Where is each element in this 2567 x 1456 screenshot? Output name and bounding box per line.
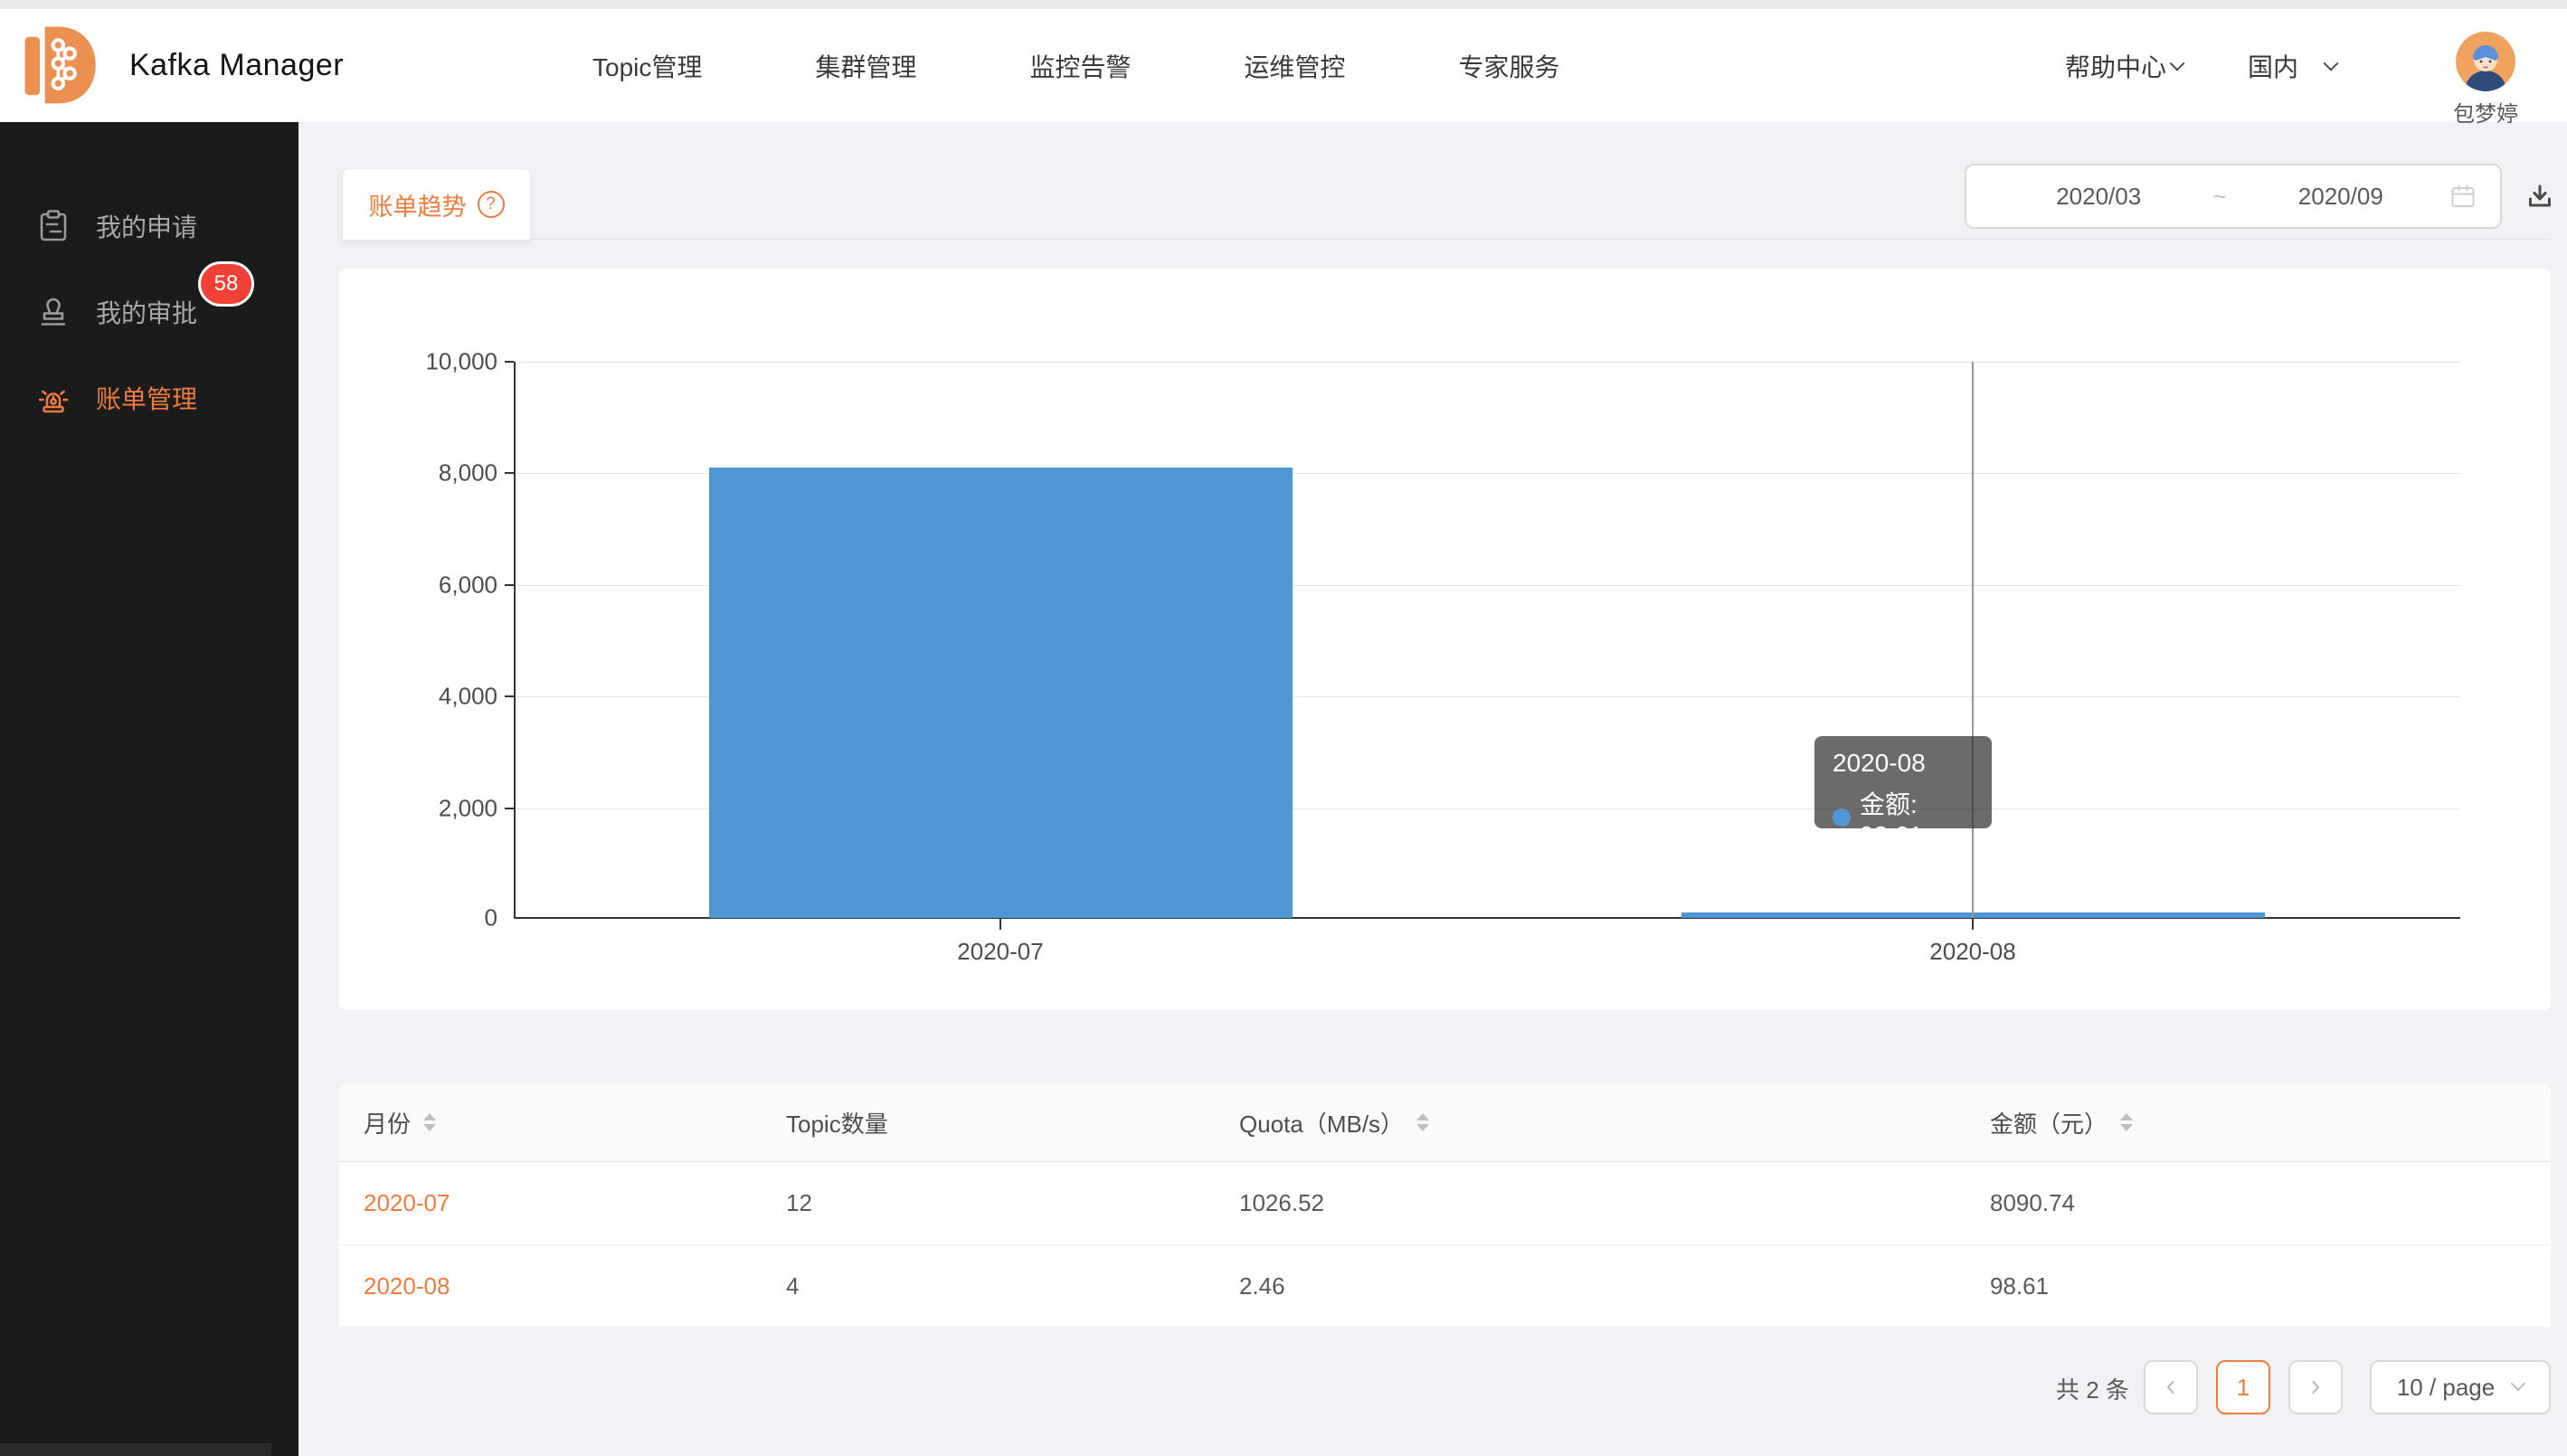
y-axis-tick-label: 0: [339, 904, 497, 932]
quota-cell: 2.46: [1215, 1272, 1966, 1300]
chevron-left-icon: [2162, 1378, 2180, 1396]
column-header-quota: Quota（MB/s）: [1215, 1106, 1966, 1139]
tab-label: 账单趋势: [369, 187, 467, 222]
question-circle-icon[interactable]: ?: [478, 191, 505, 218]
calendar-icon: [2449, 183, 2477, 210]
download-icon[interactable]: [2522, 179, 2558, 215]
clipboard-icon: [36, 209, 71, 243]
month-link[interactable]: 2020-08: [364, 1272, 450, 1300]
column-label: 月份: [364, 1106, 411, 1139]
y-axis-tick-label: 8,000: [339, 459, 497, 487]
table-header-row: 月份 Topic数量 Quota（MB/s） 金额（元）: [339, 1083, 2551, 1162]
y-axis-line: [514, 362, 516, 919]
date-start-input[interactable]: 2020/03: [1990, 183, 2207, 211]
y-axis-tick: [505, 584, 514, 586]
x-axis-label: 2020-07: [910, 938, 1091, 966]
table-row: 2020-07 12 1026.52 8090.74: [339, 1162, 2551, 1244]
date-range-picker[interactable]: 2020/03 ~ 2020/09: [1965, 164, 2502, 229]
tab-billing-trend[interactable]: 账单趋势 ?: [342, 168, 531, 240]
topic-count-cell: 4: [762, 1272, 1215, 1300]
table-row: 2020-08 4 2.46 98.61: [339, 1244, 2551, 1327]
next-page-button[interactable]: [2288, 1360, 2343, 1414]
sort-toggle[interactable]: [2120, 1113, 2133, 1131]
chevron-down-icon: [2511, 1376, 2526, 1391]
quota-cell: 1026.52: [1215, 1189, 1966, 1217]
kafka-manager-app: Kafka Manager Topic管理 集群管理 监控告警 运维管控 专家服…: [0, 0, 2567, 1456]
bar-2020-07[interactable]: [709, 468, 1293, 918]
chevron-down-icon: [2170, 55, 2185, 71]
date-end-input[interactable]: 2020/09: [2232, 183, 2449, 211]
nav-monitoring-alerts[interactable]: 监控告警: [1029, 48, 1131, 84]
y-axis-tick-label: 4,000: [339, 683, 497, 711]
gridline: [516, 362, 2460, 363]
chevron-down-icon: [2324, 55, 2339, 71]
month-link[interactable]: 2020-07: [364, 1189, 450, 1217]
help-center-menu[interactable]: 帮助中心: [2065, 9, 2183, 122]
tooltip-title: 2020-08: [1833, 749, 1974, 778]
page-size-value: 10 / page: [2397, 1374, 2495, 1402]
chevron-right-icon: [2307, 1378, 2325, 1396]
page-1-button[interactable]: 1: [2216, 1360, 2270, 1414]
y-axis-tick: [505, 361, 514, 363]
tabbar-divider: [339, 239, 2551, 240]
amount-cell: 8090.74: [1966, 1189, 2551, 1217]
help-center-label: 帮助中心: [2065, 48, 2166, 84]
app-header: Kafka Manager Topic管理 集群管理 监控告警 运维管控 专家服…: [0, 9, 2567, 122]
sidebar-item-billing-management[interactable]: 账单管理: [0, 362, 298, 434]
column-label: Quota（MB/s）: [1239, 1106, 1404, 1139]
column-header-month: 月份: [339, 1106, 762, 1139]
sidebar-item-label: 我的申请: [96, 208, 197, 244]
billing-trend-chart: 10,000 8,000 6,000 4,000 2,000 0 2020-07…: [339, 269, 2551, 1010]
nav-topic-management[interactable]: Topic管理: [592, 48, 702, 84]
kafka-manager-logo-icon: [20, 21, 103, 109]
x-axis-label: 2020-08: [1882, 938, 2063, 966]
nav-ops-control[interactable]: 运维管控: [1244, 48, 1345, 84]
sidebar-item-label: 账单管理: [96, 380, 197, 416]
sort-toggle[interactable]: [1416, 1113, 1429, 1131]
sidebar-item-label: 我的审批: [96, 294, 197, 330]
column-label: Topic数量: [786, 1106, 888, 1139]
y-axis-tick: [505, 472, 514, 474]
y-axis-tick-label: 10,000: [339, 348, 497, 376]
avatar-image: [2456, 32, 2515, 91]
page-size-select[interactable]: 10 / page: [2370, 1360, 2551, 1414]
column-header-amount: 金额（元）: [1966, 1106, 2551, 1139]
y-axis-tick-label: 6,000: [339, 572, 497, 600]
chart-tooltip: 2020-08 金额: 98.61: [1814, 736, 1992, 828]
nav-cluster-management[interactable]: 集群管理: [815, 48, 916, 84]
series-dot-icon: [1833, 808, 1851, 827]
column-label: 金额（元）: [1990, 1106, 2108, 1139]
x-axis-tick: [999, 919, 1001, 930]
amount-cell: 98.61: [1966, 1272, 2551, 1300]
y-axis-tick-label: 2,000: [339, 795, 497, 823]
y-axis-tick: [505, 695, 514, 697]
topic-count-cell: 12: [762, 1189, 1215, 1217]
page-title: Kafka Manager: [129, 9, 344, 122]
siren-icon: [36, 381, 71, 415]
user-avatar[interactable]: [2456, 32, 2515, 91]
prev-page-button[interactable]: [2144, 1360, 2198, 1414]
sidebar-bottom-strip: [0, 1443, 271, 1456]
sort-toggle[interactable]: [423, 1113, 436, 1131]
region-selector[interactable]: 国内: [2248, 9, 2336, 122]
billing-table: 月份 Topic数量 Quota（MB/s） 金额（元） 2020-07 12 …: [339, 1083, 2551, 1327]
sidebar: 我的申请 我的审批 58 账单管理: [0, 122, 298, 1456]
nav-expert-service[interactable]: 专家服务: [1458, 48, 1559, 84]
total-count-label: 共 2 条: [2056, 1372, 2129, 1405]
tooltip-value: 金额: 98.61: [1860, 785, 1974, 850]
window-top-strip: [0, 0, 2567, 9]
username-label: 包梦婷: [2431, 96, 2540, 128]
approvals-count-badge: 58: [201, 264, 251, 304]
sidebar-item-my-approvals[interactable]: 我的审批: [0, 276, 298, 348]
x-axis-tick: [1972, 919, 1974, 930]
date-separator: ~: [2207, 183, 2231, 211]
y-axis-tick: [505, 808, 514, 809]
top-nav: Topic管理 集群管理 监控告警 运维管控 专家服务: [592, 9, 1559, 122]
region-label: 国内: [2248, 48, 2298, 84]
stamp-icon: [36, 295, 71, 329]
column-header-topic-count: Topic数量: [762, 1106, 1215, 1139]
sidebar-item-my-applications[interactable]: 我的申请: [0, 190, 298, 262]
